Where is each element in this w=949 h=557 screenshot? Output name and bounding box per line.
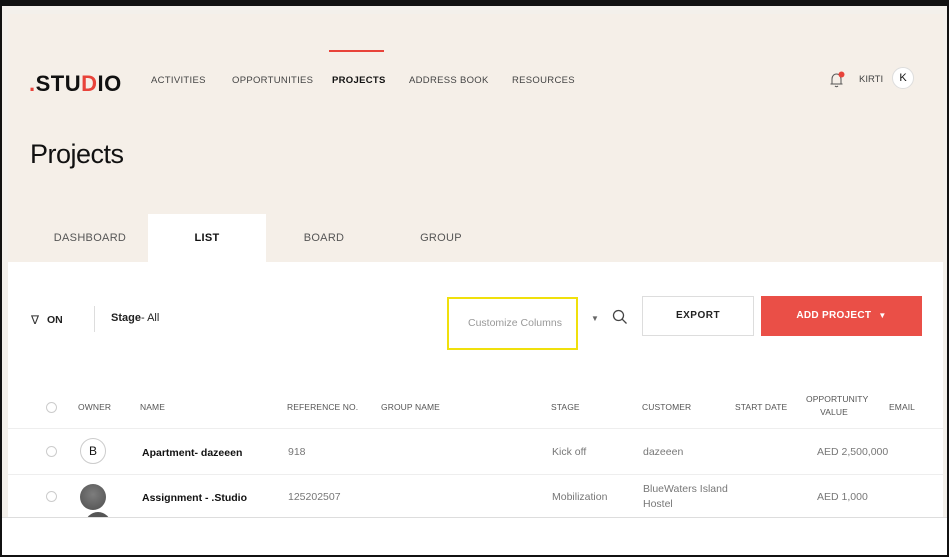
row-select-checkbox[interactable] xyxy=(46,491,57,502)
select-all-checkbox[interactable] xyxy=(46,402,57,413)
reference-no: 918 xyxy=(288,446,306,458)
user-avatar[interactable]: K xyxy=(892,67,914,89)
customer-line: Hostel xyxy=(643,498,673,510)
app-canvas: .STUDIO ACTIVITIES OPPORTUNITIES PROJECT… xyxy=(8,14,943,519)
row-select-checkbox[interactable] xyxy=(46,446,57,457)
bell-icon[interactable] xyxy=(828,71,846,89)
column-header-stage[interactable]: STAGE xyxy=(551,402,580,412)
caret-down-icon[interactable]: ▼ xyxy=(591,314,599,323)
caret-down-icon: ▼ xyxy=(878,311,887,320)
projects-list-panel: ∇ ON Stage- All Customize Columns ▼ EXPO… xyxy=(8,262,943,519)
add-project-label: ADD PROJECT xyxy=(796,310,872,321)
column-header-start-date[interactable]: START DATE xyxy=(735,402,787,412)
stage-value: Kick off xyxy=(552,446,587,458)
search-icon[interactable] xyxy=(612,309,628,325)
table-row[interactable]: Assignment - .Studio 125202507 Mobilizat… xyxy=(8,474,943,519)
tab-list[interactable]: LIST xyxy=(148,214,266,262)
column-header-owner[interactable]: OWNER xyxy=(78,402,111,412)
customize-columns-button[interactable]: Customize Columns xyxy=(447,297,578,350)
divider xyxy=(94,306,95,332)
column-header-opportunity-value[interactable]: OPPORTUNITY VALUE xyxy=(806,393,869,419)
tab-board[interactable]: BOARD xyxy=(265,214,383,262)
column-header-email[interactable]: EMAIL xyxy=(889,402,915,412)
owner-avatar: B xyxy=(80,438,106,464)
owner-avatar xyxy=(80,484,106,510)
column-header-group-name[interactable]: GROUP NAME xyxy=(381,402,440,412)
customer-value: dazeeen xyxy=(643,446,684,458)
nav-item-projects[interactable]: PROJECTS xyxy=(332,75,386,86)
nav-item-activities[interactable]: ACTIVITIES xyxy=(151,75,206,86)
column-header-reference[interactable]: REFERENCE NO. xyxy=(287,402,358,412)
tab-dashboard[interactable]: DASHBOARD xyxy=(31,214,149,262)
nav-item-address-book[interactable]: ADDRESS BOOK xyxy=(409,75,489,86)
nav-item-opportunities[interactable]: OPPORTUNITIES xyxy=(232,75,313,86)
project-name[interactable]: Apartment- dazeeen xyxy=(142,447,242,459)
column-header-customer[interactable]: CUSTOMER xyxy=(642,402,691,412)
studio-logo[interactable]: .STUDIO xyxy=(29,71,122,97)
tab-group[interactable]: GROUP xyxy=(382,214,500,262)
window-frame: .STUDIO ACTIVITIES OPPORTUNITIES PROJECT… xyxy=(0,0,949,557)
stage-value: Mobilization xyxy=(552,491,608,503)
page-title: Projects xyxy=(30,139,124,169)
opportunity-value: AED 2,500,000 xyxy=(817,446,889,458)
export-button[interactable]: EXPORT xyxy=(642,296,754,336)
nav-item-resources[interactable]: RESOURCES xyxy=(512,75,575,86)
opportunity-value: AED 1,000 xyxy=(817,491,868,503)
project-name[interactable]: Assignment - .Studio xyxy=(142,492,247,504)
bottom-strip xyxy=(2,517,947,555)
stage-filter-value: - All xyxy=(140,312,160,324)
customer-line: BlueWaters Island xyxy=(643,483,728,495)
filter-toggle[interactable]: ON xyxy=(47,314,63,326)
active-nav-indicator xyxy=(329,50,384,52)
filter-icon[interactable]: ∇ xyxy=(31,313,39,327)
reference-no: 125202507 xyxy=(288,491,341,503)
column-header-value-line: VALUE xyxy=(820,407,848,417)
user-name[interactable]: KIRTI xyxy=(859,74,883,85)
stage-filter-label: Stage xyxy=(111,312,141,324)
column-header-opportunity-line: OPPORTUNITY xyxy=(806,394,869,404)
column-header-name[interactable]: NAME xyxy=(140,402,165,412)
customer-value: BlueWaters Island Hostel xyxy=(643,482,728,512)
top-navigation: .STUDIO ACTIVITIES OPPORTUNITIES PROJECT… xyxy=(8,14,943,116)
stage-filter[interactable]: Stage- All xyxy=(111,312,159,324)
table-row[interactable]: B Apartment- dazeeen 918 Kick off dazeee… xyxy=(8,428,943,474)
add-project-button[interactable]: ADD PROJECT ▼ xyxy=(761,296,922,336)
